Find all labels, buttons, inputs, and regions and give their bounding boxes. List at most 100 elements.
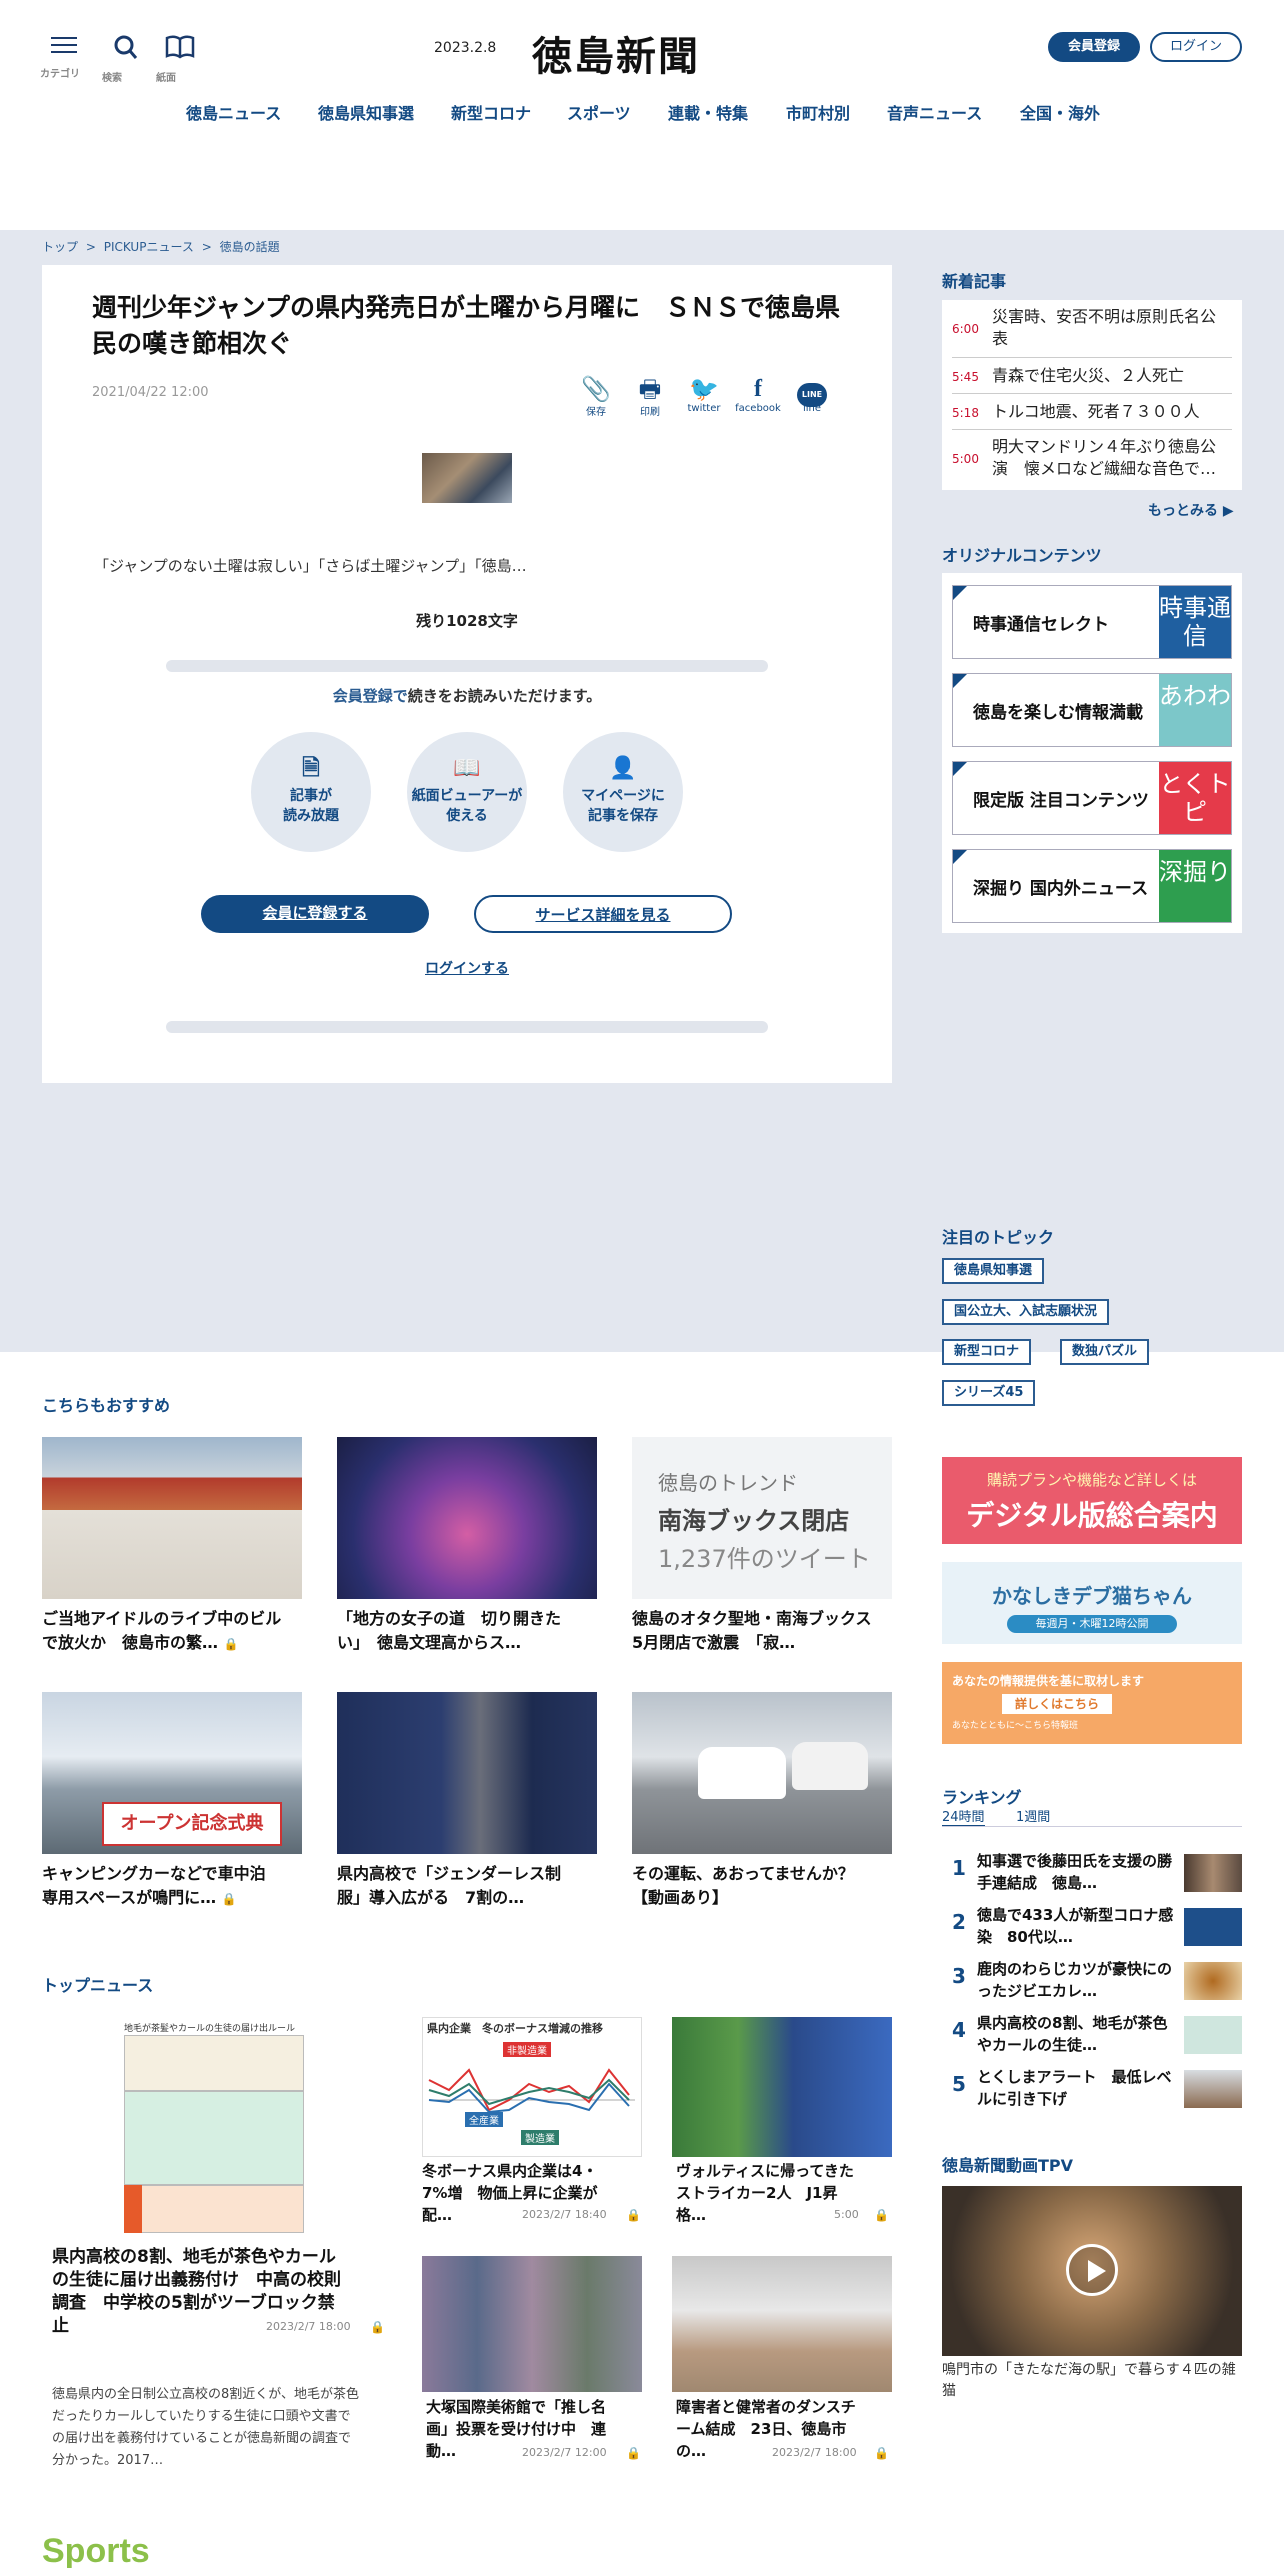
ranking-item[interactable]: 5 とくしまアラート 最低レベルに引き下げ — [942, 2066, 1242, 2114]
nav-item[interactable]: スポーツ — [567, 100, 631, 124]
card-image[interactable] — [337, 1437, 597, 1599]
list-item[interactable]: 6:00 災害時、安否不明は原則氏名公表 — [952, 300, 1232, 358]
title-line: 配… — [422, 2206, 453, 2224]
nav-item[interactable]: 連載・特集 — [668, 100, 748, 124]
rank-title: 県内高校の8割、地毛が茶色やカールの生徒… — [977, 2014, 1168, 2054]
list-item[interactable]: 5:00 明大マンドリン４年ぶり徳島公演 懐メロなど繊細な音色で… — [952, 430, 1232, 488]
ranking-item[interactable]: 2 徳島で433人が新型コロナ感染 80代以… — [942, 1904, 1242, 1952]
original-item[interactable]: 時事通信セレクト 時事通信 — [952, 585, 1232, 659]
table-title: 地毛が茶髪やカールの生徒の届け出ルール — [124, 2024, 296, 2034]
caption-line: 徳島のオタク聖地・南海ブックス — [632, 1609, 872, 1628]
list-item[interactable]: 5:45 青森で住宅火災、２人死亡 — [952, 358, 1232, 394]
rank-number: 4 — [952, 2018, 966, 2042]
tip-banner[interactable]: あなたの情報提供を基に取材します 詳しくはこちら あなたとともに～こちら特報班 — [942, 1662, 1242, 1744]
topic-tag[interactable]: 新型コロナ — [942, 1339, 1032, 1365]
article-login-link[interactable]: ログインする — [42, 958, 892, 978]
nav-item[interactable]: 徳島ニュース — [186, 100, 281, 124]
article-thumbnail[interactable] — [422, 453, 512, 503]
user-icon: 👤 — [609, 756, 637, 781]
item-title: トルコ地震、死者７３００人 — [992, 402, 1200, 421]
rank-number: 2 — [952, 1910, 966, 1934]
lock-icon: 🔒 — [874, 2446, 889, 2460]
list-item[interactable]: 5:18 トルコ地震、死者７３００人 — [952, 394, 1232, 430]
card-image[interactable] — [337, 1692, 597, 1854]
member-register-button[interactable]: 会員に登録する — [201, 895, 429, 933]
continue-text: 続きをお読みいただけます。 — [407, 687, 602, 705]
nav-item[interactable]: 新型コロナ — [451, 100, 531, 124]
digital-guide-banner[interactable]: 購読プランや機能など詳しくは デジタル版総合案内 — [942, 1457, 1242, 1544]
original-item[interactable]: 深掘り 国内外ニュース 深掘り — [952, 849, 1232, 923]
feature-line: 読み放題 — [283, 808, 339, 824]
card-caption[interactable]: ご当地アイドルのライブ中のビル で放火か 徳島市の繁… 🔒 — [42, 1607, 302, 1655]
print-button[interactable]: 🖶 印刷 — [626, 375, 674, 418]
caption-line: い」 徳島文理高からス… — [337, 1633, 522, 1652]
top-main-image[interactable]: 地毛が茶髪やカールの生徒の届け出ルール — [42, 2017, 382, 2235]
item-title: 明大マンドリン４年ぶり徳島公演 懐メロなど繊細な音色で… — [992, 437, 1217, 478]
ranking-item[interactable]: 4 県内高校の8割、地毛が茶色やカールの生徒… — [942, 2012, 1242, 2060]
site-logo[interactable]: 徳島新聞 — [532, 24, 700, 82]
play-icon[interactable] — [1066, 2244, 1118, 2296]
card-caption[interactable]: 徳島のオタク聖地・南海ブックス 5月閉店で激震 「寂… — [632, 1607, 892, 1655]
video-caption[interactable]: 鳴門市の「きたなだ海の駅」で暮らす４匹の雑猫 — [942, 2360, 1242, 2402]
soccer-image[interactable] — [672, 2017, 892, 2157]
ranking-item[interactable]: 3 鹿肉のわらじカツが豪快にのったジビエカレ… — [942, 1958, 1242, 2006]
top-item-title[interactable]: ヴォルティスに帰ってきた ストライカー2人 J1昇 格… — [676, 2160, 892, 2226]
title-line: の… — [676, 2442, 707, 2460]
banner-title: あなたの情報提供を基に取材します — [952, 1674, 1145, 1688]
register-button[interactable]: 会員登録 — [1048, 32, 1140, 62]
breadcrumb-link[interactable]: PICKUPニュース — [104, 240, 194, 254]
card-image[interactable] — [42, 1437, 302, 1599]
feature-line: 使える — [446, 808, 488, 824]
original-item[interactable]: 限定版 注目コンテンツ とくトピ — [952, 761, 1232, 835]
card-caption[interactable]: キャンピングカーなどで車中泊 専用スペースが鳴門に… 🔒 — [42, 1862, 302, 1910]
more-link[interactable]: もっとみる ▶ — [1148, 500, 1234, 520]
dance-image[interactable] — [672, 2256, 892, 2392]
article-lead: 「ジャンプのない土曜は寂しい」「さらば土曜ジャンプ」「徳島… — [94, 557, 527, 575]
twitter-button[interactable]: 🐦 twitter — [680, 375, 728, 414]
login-button[interactable]: ログイン — [1150, 32, 1242, 62]
save-button[interactable]: 📎 保存 — [572, 375, 620, 418]
caption-line: 「地方の女子の道 切り開きた — [337, 1609, 562, 1628]
topic-tag[interactable]: シリーズ45 — [942, 1380, 1036, 1406]
cat-comic-banner[interactable]: かなしきデブ猫ちゃん 毎週月・木曜12時公開 — [942, 1562, 1242, 1644]
line-button[interactable]: LINE line — [788, 375, 836, 414]
original-label: 限定版 注目コンテンツ — [973, 791, 1149, 811]
card-caption[interactable]: その運転、あおってませんか？ 【動画あり】 — [632, 1862, 892, 1910]
feature-unlimited: 🗎 記事が 読み放題 — [251, 732, 371, 852]
original-badge: とくトピ — [1159, 762, 1231, 834]
menu-button[interactable]: カテゴリ — [40, 34, 88, 80]
nav-item[interactable]: 全国・海外 — [1020, 100, 1100, 124]
ranking-tab-week[interactable]: 1週間 — [1016, 1806, 1050, 1825]
ranking-item[interactable]: 1 知事選で後藤田氏を支援の勝手連結成 徳島… — [942, 1850, 1242, 1898]
breadcrumb-link[interactable]: 徳島の話題 — [220, 240, 280, 254]
search-button[interactable]: 検索 — [102, 34, 150, 84]
printer-icon: 🖶 — [638, 375, 662, 403]
nav-item[interactable]: 音声ニュース — [887, 100, 982, 124]
card-caption[interactable]: 県内高校で「ジェンダーレス制 服」導入広がる 7割の… — [337, 1862, 597, 1910]
bonus-chart-image[interactable]: 県内企業 冬のボーナス増減の推移 非製造業 全産業 製造業 — [422, 2017, 642, 2157]
paperclip-icon: 📎 — [581, 375, 611, 403]
video-player[interactable] — [942, 2186, 1242, 2356]
service-detail-button[interactable]: サービス詳細を見る — [474, 895, 732, 933]
nav-item[interactable]: 徳島県知事選 — [318, 100, 414, 124]
card-caption[interactable]: 「地方の女子の道 切り開きた い」 徳島文理高からス… — [337, 1607, 597, 1655]
new-articles-heading: 新着記事 — [942, 272, 1007, 291]
continue-highlight[interactable]: 会員登録で — [333, 687, 408, 705]
breadcrumb-link[interactable]: トップ — [42, 240, 78, 254]
paper-button[interactable]: 紙面 — [156, 34, 204, 84]
feature-viewer: 📖 紙面ビューアーが 使える — [407, 732, 527, 852]
original-label: 深掘り 国内外ニュース — [973, 879, 1149, 899]
nav-item[interactable]: 市町村別 — [786, 100, 850, 124]
item-time: 5:00 — [952, 452, 979, 466]
original-item[interactable]: 徳島を楽しむ情報満載 あわわ — [952, 673, 1232, 747]
trend-card[interactable]: 徳島のトレンド 南海ブックス閉店 1,237件のツイート — [632, 1437, 892, 1599]
facebook-button[interactable]: f facebook — [734, 375, 782, 414]
topic-tag[interactable]: 徳島県知事選 — [942, 1258, 1045, 1284]
topic-tag[interactable]: 数独パズル — [1060, 1339, 1150, 1365]
card-image[interactable] — [632, 1692, 892, 1854]
card-image[interactable]: オープン記念式典 — [42, 1692, 302, 1854]
museum-image[interactable] — [422, 2256, 642, 2392]
topic-tag[interactable]: 国公立大、入試志願状況 — [942, 1299, 1110, 1325]
ranking-tab-24h[interactable]: 24時間 — [942, 1806, 985, 1827]
title-line: 県内高校の8割、地毛が茶色やカール — [52, 2247, 336, 2267]
